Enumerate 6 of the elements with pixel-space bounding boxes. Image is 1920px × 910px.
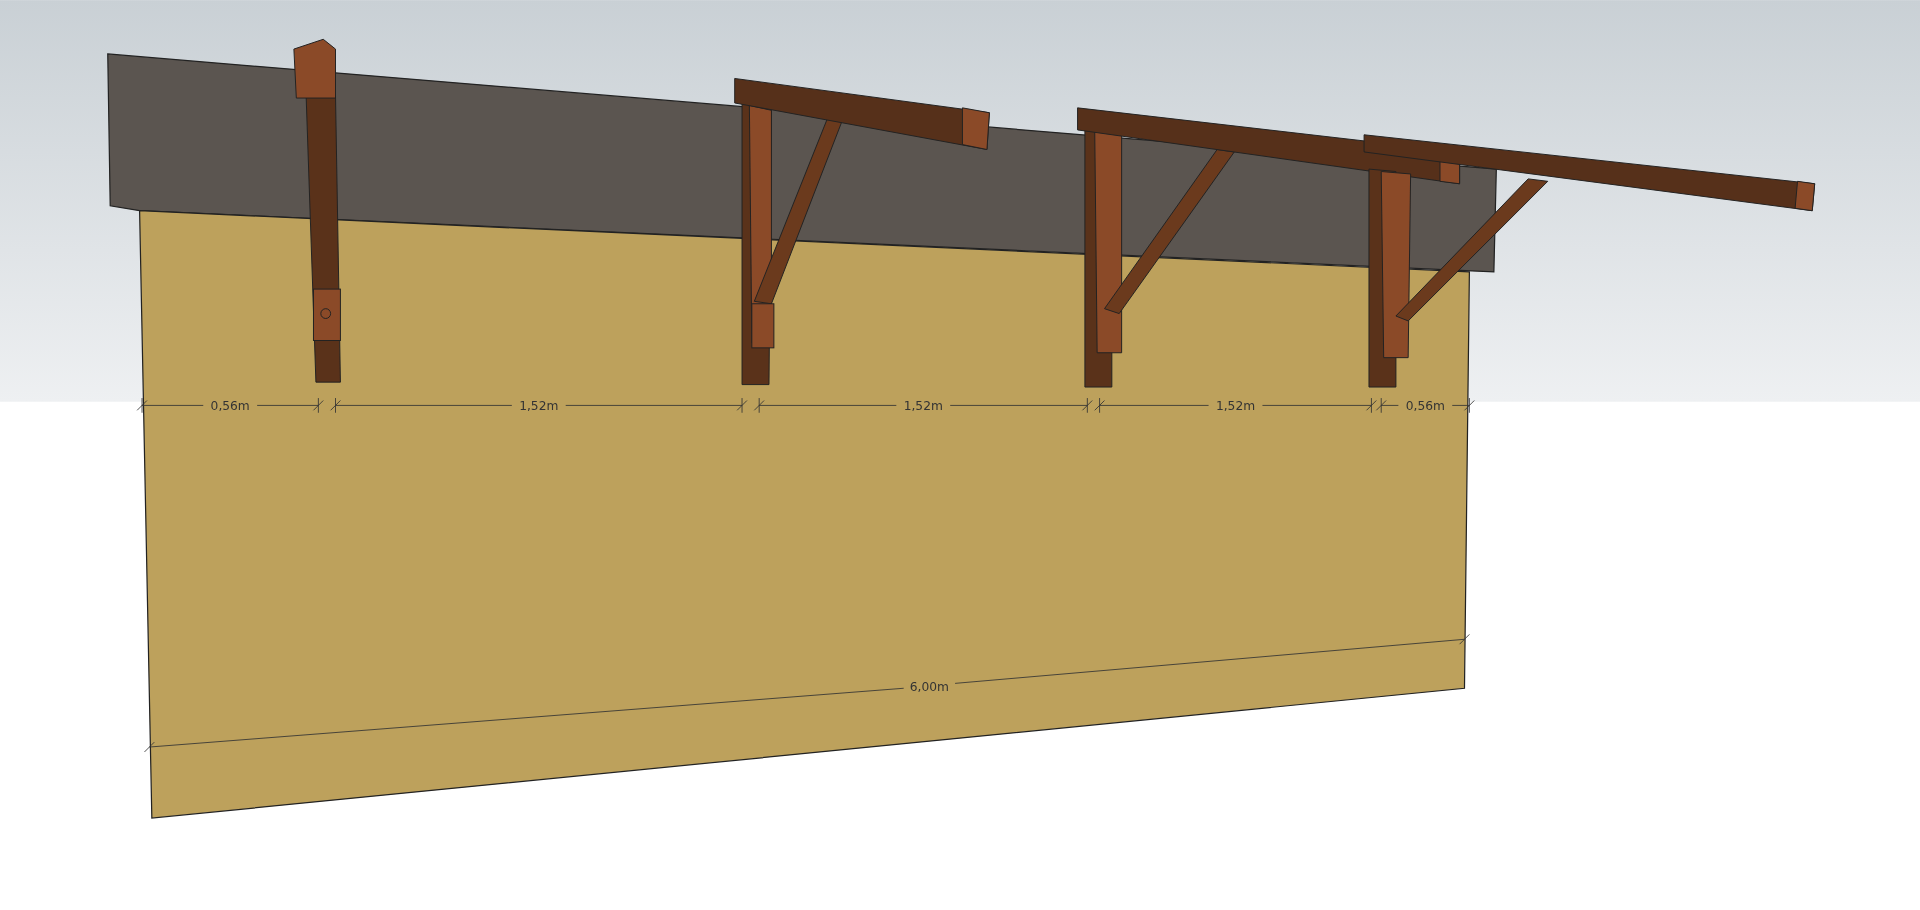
dimension-label: 1,52m [903,399,943,414]
dimension-label: 1,52m [1215,399,1256,414]
dimension-label: 1,52m [519,399,559,414]
dimension-label: 0,56m [1405,399,1445,414]
dimension-label: 6,00m [909,679,949,694]
dimension-label: 0,56m [210,399,250,414]
